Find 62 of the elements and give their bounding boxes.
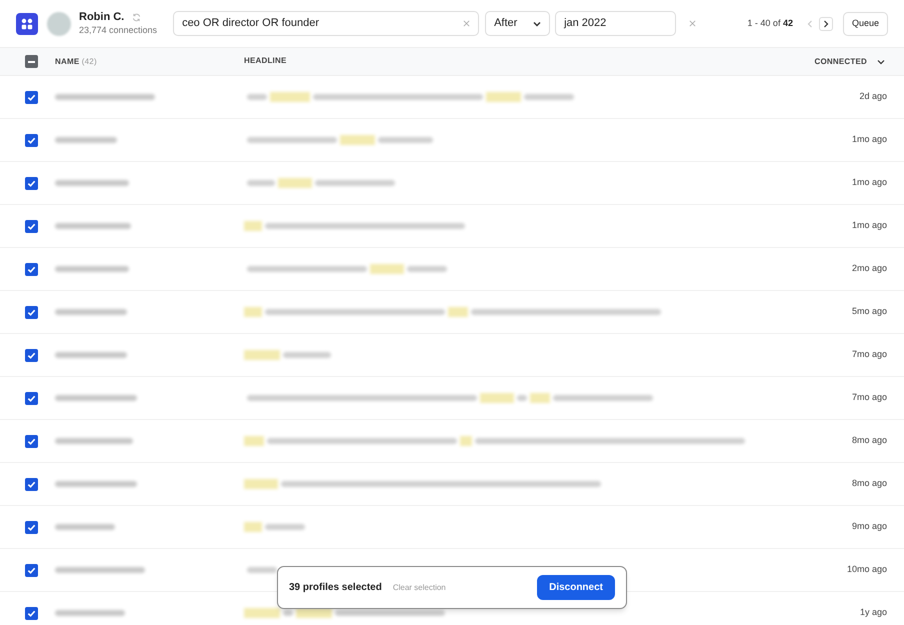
connected-time: 7mo ago	[852, 348, 887, 362]
row-checkbox[interactable]	[25, 90, 38, 104]
check-icon	[27, 350, 36, 360]
connected-time: 5mo ago	[852, 305, 887, 318]
connected-time: 8mo ago	[852, 434, 887, 448]
connected-time: 1mo ago	[852, 133, 887, 146]
selection-count: 39 profiles selected	[289, 581, 382, 595]
queue-button[interactable]: Queue	[842, 12, 888, 36]
check-icon	[27, 522, 36, 532]
row-checkbox[interactable]	[25, 220, 38, 232]
row-checkbox[interactable]	[25, 520, 38, 534]
column-header: HEADLINE	[244, 54, 286, 66]
check-icon	[27, 136, 36, 144]
select-all-checkbox[interactable]	[25, 55, 38, 68]
blurred-name	[55, 352, 127, 358]
account-name: Robin C.	[79, 11, 124, 25]
row-checkbox[interactable]	[25, 262, 38, 276]
disconnect-button[interactable]: Disconnect	[537, 575, 615, 600]
check-icon	[27, 308, 36, 316]
check-icon	[27, 566, 36, 574]
connected-time: 1mo ago	[852, 219, 887, 232]
sort-chevron-icon[interactable]	[877, 58, 885, 64]
page-range: 1 - 40 of 42	[747, 16, 793, 30]
connected-time: 2mo ago	[852, 262, 887, 276]
date-mode-dropdown[interactable]: After	[485, 11, 550, 36]
row-checkbox[interactable]	[25, 564, 38, 576]
check-icon	[27, 394, 36, 402]
row-checkbox[interactable]	[25, 176, 38, 190]
row-checkbox[interactable]	[25, 348, 38, 362]
connected-time: 7mo ago	[852, 391, 887, 404]
app-logo-icon[interactable]	[16, 12, 38, 34]
row-checkbox[interactable]	[25, 606, 38, 620]
avatar-icon	[47, 12, 71, 36]
row-checkbox[interactable]	[25, 392, 38, 404]
row-checkbox[interactable]	[25, 134, 38, 146]
check-icon	[27, 222, 36, 230]
row-checkbox[interactable]	[25, 478, 38, 490]
connections-count: 23,774 connections	[79, 24, 158, 36]
check-icon	[27, 608, 36, 618]
connected-time: 9mo ago	[852, 520, 887, 534]
check-icon	[27, 480, 36, 488]
chevron-down-icon	[533, 20, 542, 26]
connected-time: 1mo ago	[852, 176, 887, 190]
check-icon	[27, 436, 36, 446]
row-checkbox[interactable]	[25, 434, 38, 448]
row-checkbox[interactable]	[25, 306, 38, 318]
next-page-button[interactable]	[818, 16, 833, 30]
column-header[interactable]: NAME (42)	[55, 56, 244, 68]
search-field[interactable]: ceo OR director OR founder	[173, 11, 480, 36]
blurred-name	[55, 137, 117, 143]
blurred-name	[55, 610, 125, 616]
date-field[interactable]: jan 2022	[555, 11, 676, 36]
column-header[interactable]: CONNECTED	[814, 56, 867, 68]
connected-time: 1y ago	[860, 606, 887, 620]
check-icon	[27, 92, 36, 102]
connected-time: 2d ago	[859, 90, 887, 104]
blurred-name	[55, 309, 127, 315]
connected-time: 10mo ago	[846, 563, 887, 576]
connected-time: 8mo ago	[852, 477, 887, 490]
blurred-name	[55, 524, 115, 530]
check-icon	[27, 178, 36, 188]
check-icon	[27, 264, 36, 274]
